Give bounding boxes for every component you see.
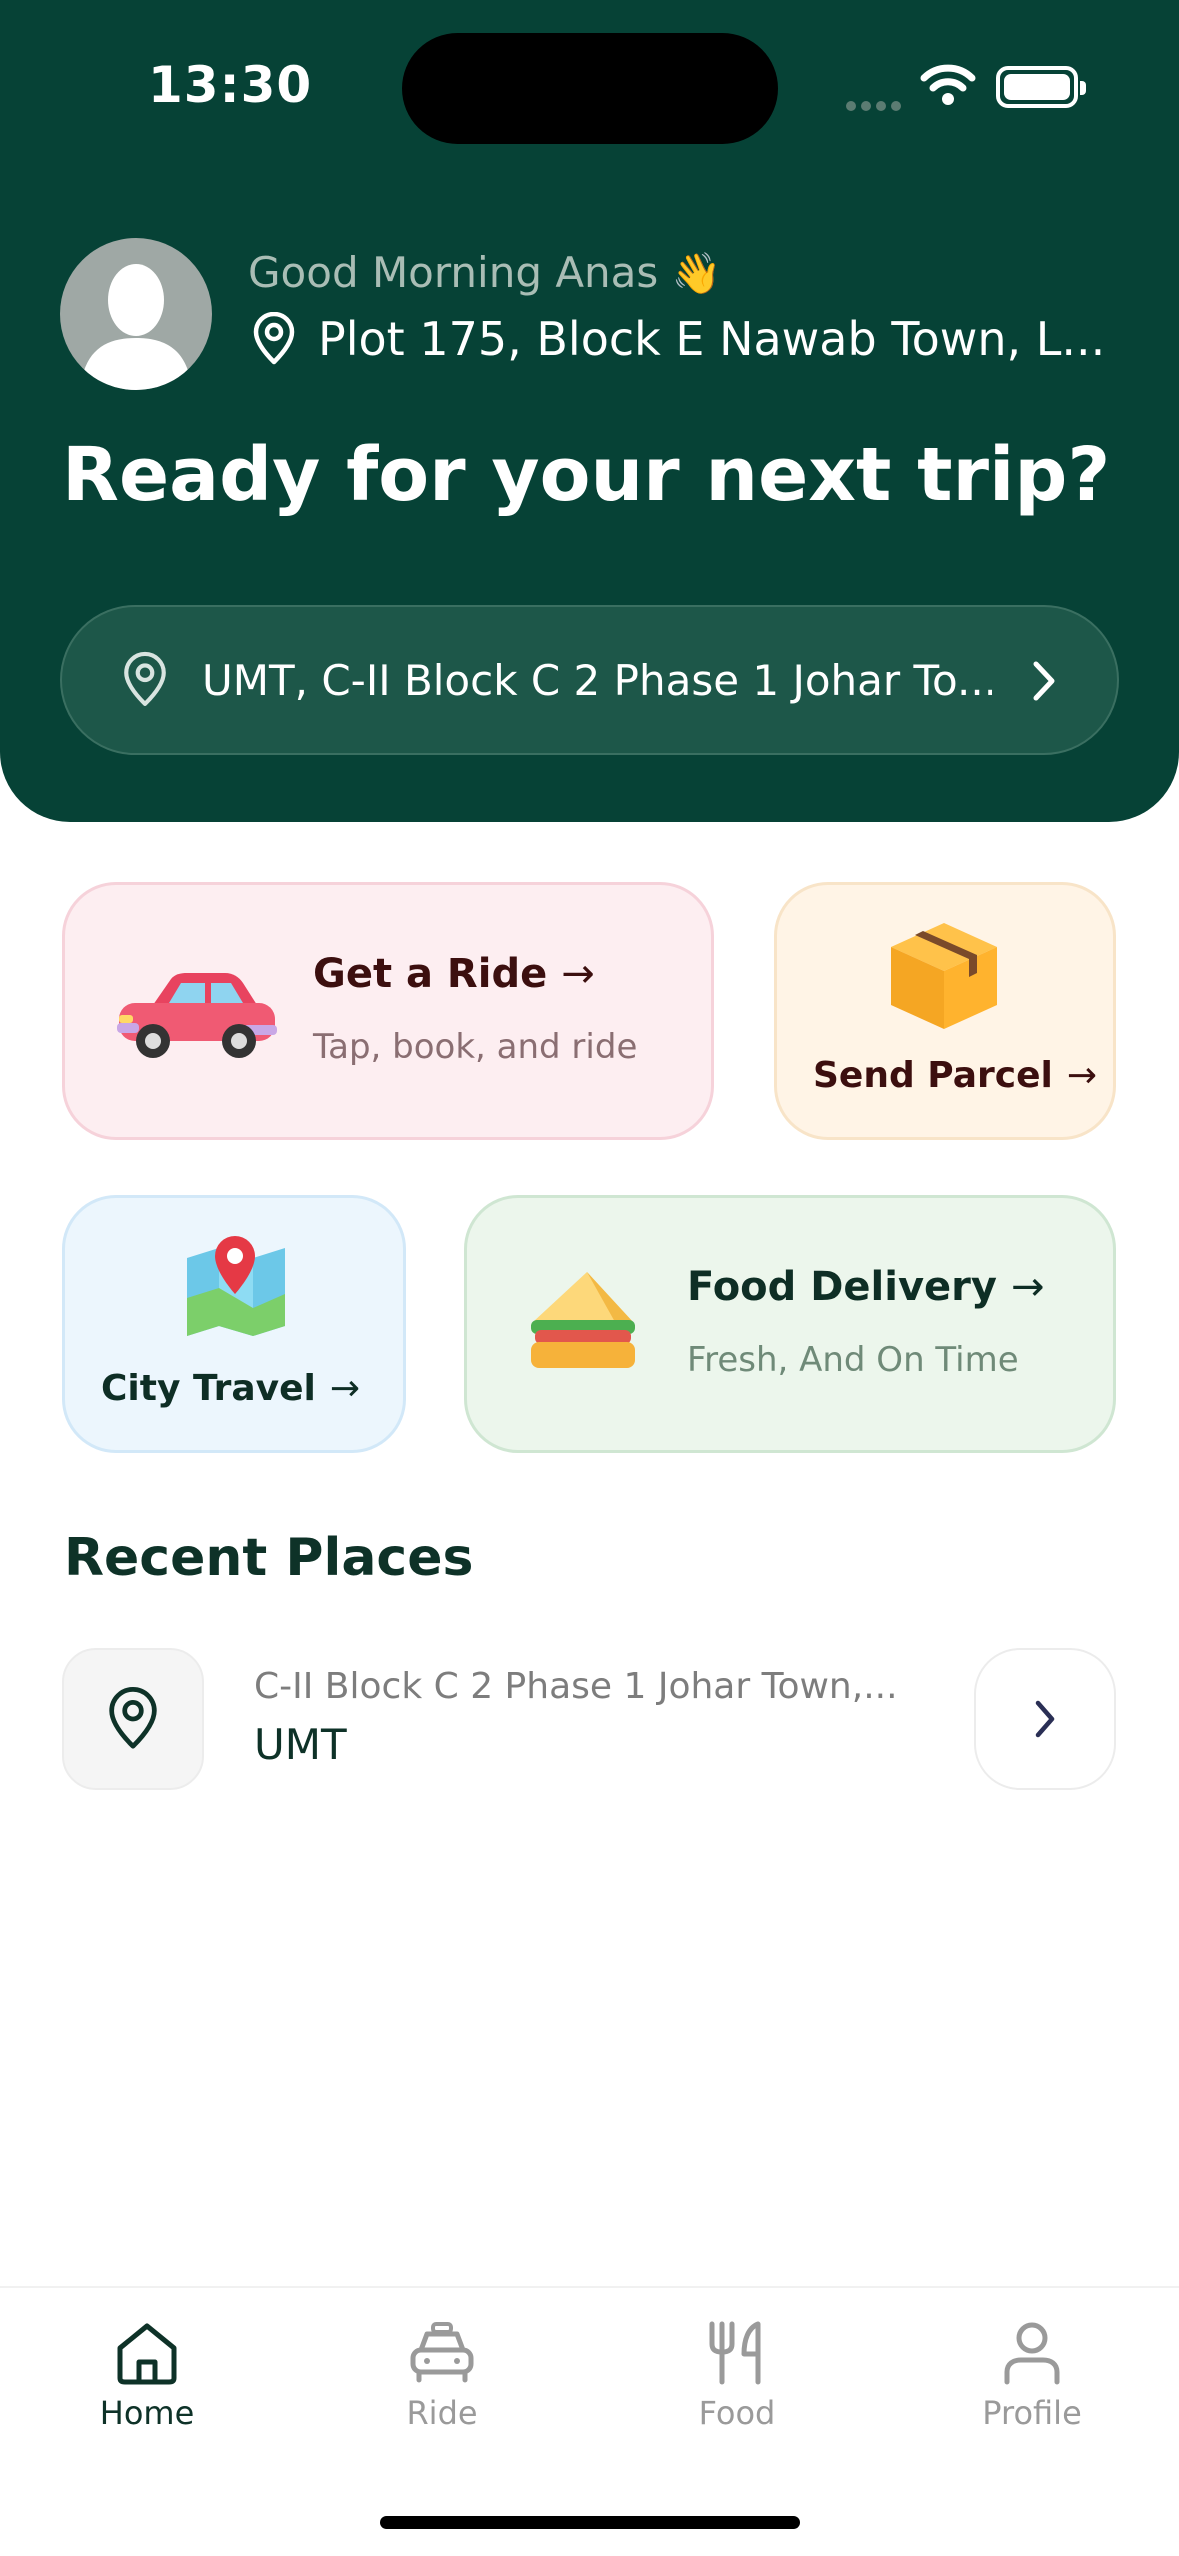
dynamic-island <box>402 33 778 144</box>
header: 13:30 Good Morning Anas 👋 Plot 175, Bloc… <box>0 0 1179 822</box>
get-a-ride-label: Get a Ride <box>313 951 548 997</box>
home-indicator[interactable] <box>380 2516 800 2529</box>
car-icon <box>410 2322 474 2383</box>
destination-search-text: UMT, C-II Block C 2 Phase 1 Johar To... <box>202 655 992 705</box>
destination-search-bar[interactable]: UMT, C-II Block C 2 Phase 1 Johar To... <box>60 605 1119 755</box>
map-pin-icon <box>187 1236 285 1336</box>
nav-label-food: Food <box>698 2394 776 2432</box>
nav-item-profile[interactable]: Profile <box>932 2320 1132 2432</box>
get-a-ride-title: Get a Ride → <box>313 951 595 997</box>
location-pin-icon <box>253 312 295 365</box>
location-pin-icon <box>124 651 166 707</box>
status-time: 13:30 <box>148 56 313 114</box>
chevron-right-icon <box>1033 661 1055 701</box>
recent-place-icon-box <box>62 1648 204 1790</box>
get-a-ride-subtitle: Tap, book, and ride <box>313 1027 638 1067</box>
package-icon <box>891 923 997 1029</box>
arrow-right-icon: → <box>561 951 595 997</box>
food-delivery-card[interactable]: Food Delivery → Fresh, And On Time <box>464 1195 1116 1453</box>
food-delivery-title: Food Delivery → <box>687 1264 1045 1310</box>
location-pin-icon <box>109 1687 157 1749</box>
car-icon <box>117 973 277 1058</box>
fork-knife-icon <box>709 2321 761 2385</box>
nav-item-home[interactable]: Home <box>47 2320 247 2432</box>
send-parcel-label: Send Parcel <box>813 1055 1053 1096</box>
city-travel-label: City Travel <box>101 1368 316 1409</box>
waving-hand-icon: 👋 <box>671 251 722 297</box>
nav-label-profile: Profile <box>982 2394 1082 2432</box>
home-icon <box>117 2323 177 2385</box>
get-a-ride-card[interactable]: Get a Ride → Tap, book, and ride <box>62 882 714 1140</box>
avatar-silhouette-icon <box>80 264 192 390</box>
current-location-text: Plot 175, Block E Nawab Town, L... <box>318 312 1106 366</box>
avatar[interactable] <box>60 238 212 390</box>
chevron-right-icon <box>1035 1700 1055 1738</box>
person-icon <box>1004 2322 1060 2385</box>
recent-place-open-button[interactable] <box>974 1648 1116 1790</box>
send-parcel-card[interactable]: Send Parcel → <box>774 882 1116 1140</box>
food-delivery-label: Food Delivery <box>687 1264 997 1310</box>
city-travel-card[interactable]: City Travel → <box>62 1195 406 1453</box>
recent-place-address[interactable]: C-II Block C 2 Phase 1 Johar Town,... <box>254 1666 934 1707</box>
page-title: Ready for your next trip? <box>62 432 1111 518</box>
greeting-text: Good Morning Anas 👋 <box>248 248 721 297</box>
arrow-right-icon: → <box>1010 1264 1045 1310</box>
nav-item-food[interactable]: Food <box>637 2320 837 2432</box>
greeting-label: Good Morning Anas <box>248 248 659 297</box>
arrow-right-icon: → <box>329 1368 361 1409</box>
wifi-icon <box>920 64 976 105</box>
nav-label-home: Home <box>99 2394 195 2432</box>
recent-place-name[interactable]: UMT <box>254 1720 347 1769</box>
arrow-right-icon: → <box>1066 1055 1098 1096</box>
nav-label-ride: Ride <box>406 2394 478 2432</box>
cellular-signal-icon <box>846 96 906 115</box>
sandwich-icon <box>531 1272 635 1368</box>
send-parcel-title: Send Parcel → <box>813 1055 1097 1096</box>
city-travel-title: City Travel → <box>101 1368 360 1409</box>
current-location[interactable]: Plot 175, Block E Nawab Town, L... <box>250 312 1105 366</box>
nav-item-ride[interactable]: Ride <box>342 2320 542 2432</box>
food-delivery-subtitle: Fresh, And On Time <box>687 1340 1019 1380</box>
recent-places-title: Recent Places <box>64 1528 474 1588</box>
battery-icon <box>996 66 1086 108</box>
